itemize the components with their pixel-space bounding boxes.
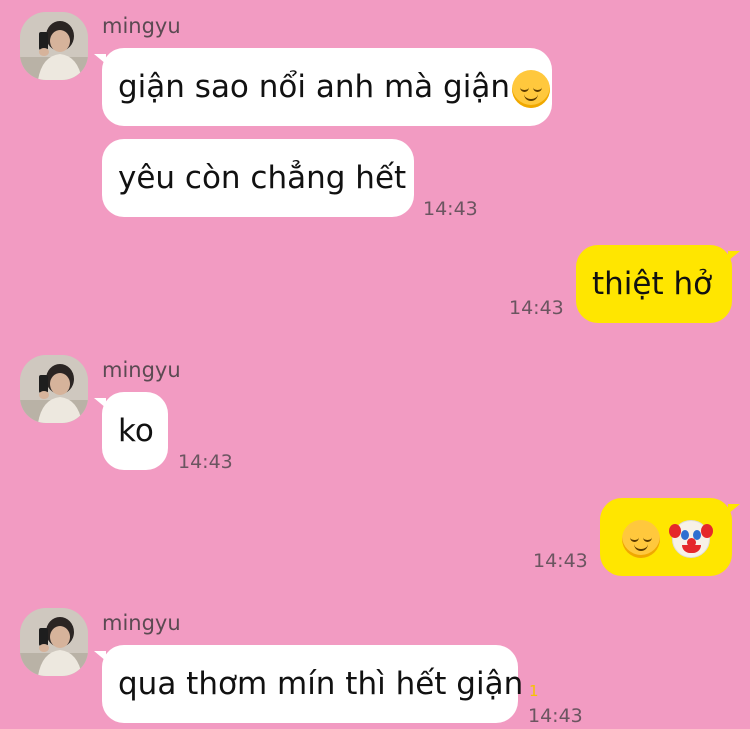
avatar[interactable]: [20, 355, 88, 423]
message-bubble[interactable]: [600, 498, 740, 576]
unread-count: 1: [529, 682, 539, 700]
smiling-face-icon: [511, 69, 550, 108]
sender-name: mingyu: [102, 358, 181, 382]
avatar[interactable]: [20, 608, 88, 676]
message-text: giận sao nổi anh mà giận: [118, 69, 510, 105]
message-time: 14:43: [509, 297, 564, 319]
message-time: 14:43: [533, 550, 588, 572]
message-bubble[interactable]: yêu còn chẳng hết: [102, 139, 414, 217]
message-bubble[interactable]: giận sao nổi anh mà giận: [94, 48, 552, 126]
message-bubble[interactable]: ko: [94, 392, 168, 470]
avatar[interactable]: [20, 12, 88, 80]
smiling-face-icon: [622, 519, 660, 558]
message-text: yêu còn chẳng hết: [118, 160, 407, 196]
sender-name: mingyu: [102, 611, 181, 635]
sender-name: mingyu: [102, 14, 181, 38]
message-time: 14:43: [423, 198, 478, 220]
clown-face-icon: [668, 519, 713, 558]
message-text: qua thơm mín thì hết giận: [118, 666, 524, 702]
message-text: ko: [118, 413, 154, 449]
message-bubble[interactable]: qua thơm mín thì hết giận: [94, 645, 523, 723]
message-text: thiệt hở: [592, 266, 713, 302]
message-time: 14:43: [528, 705, 583, 727]
message-time: 14:43: [178, 451, 233, 473]
message-bubble[interactable]: thiệt hở: [576, 245, 740, 323]
